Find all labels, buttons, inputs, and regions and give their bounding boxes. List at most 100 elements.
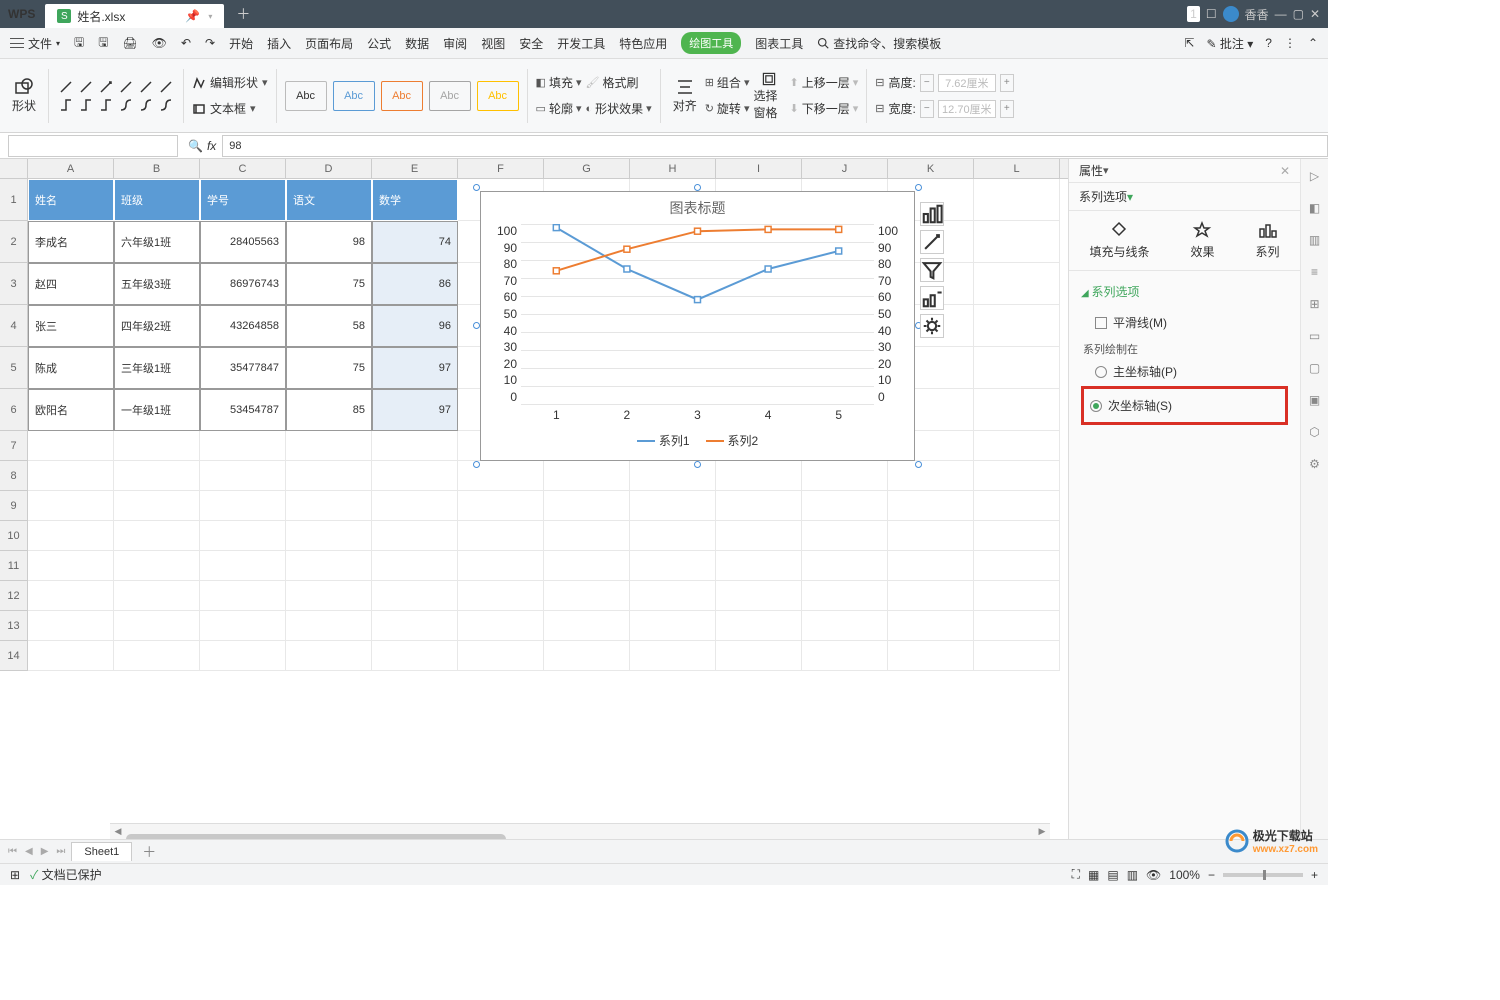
empty-cell[interactable] <box>372 491 458 521</box>
table-cell[interactable]: 97 <box>372 389 458 431</box>
close-button[interactable]: ✕ <box>1310 7 1320 21</box>
shape-dropdown[interactable]: 形状 <box>8 71 40 121</box>
share-icon[interactable]: ⇱ <box>1184 36 1194 50</box>
height-control[interactable]: ⊟ 高度:−+ <box>875 73 1014 93</box>
panel-close-button[interactable]: ✕ <box>1280 164 1290 178</box>
empty-cell[interactable] <box>888 581 974 611</box>
empty-cell[interactable] <box>974 389 1060 431</box>
menu-start[interactable]: 开始 <box>229 35 253 52</box>
empty-cell[interactable] <box>888 461 974 491</box>
table-header[interactable]: 数学 <box>372 179 458 221</box>
empty-cell[interactable] <box>458 581 544 611</box>
menu-review[interactable]: 审阅 <box>443 35 467 52</box>
empty-cell[interactable] <box>200 461 286 491</box>
table-cell[interactable]: 六年级1班 <box>114 221 200 263</box>
select-all-corner[interactable] <box>0 159 28 178</box>
empty-cell[interactable] <box>974 611 1060 641</box>
zoom-slider[interactable] <box>1223 873 1303 877</box>
align-button[interactable]: 对齐 <box>669 71 701 121</box>
empty-cell[interactable] <box>28 581 114 611</box>
table-cell[interactable]: 三年级1班 <box>114 347 200 389</box>
new-tab-button[interactable]: ＋ <box>236 4 250 24</box>
status-icon[interactable]: ⊞ <box>10 868 20 882</box>
table-cell[interactable]: 74 <box>372 221 458 263</box>
empty-cell[interactable] <box>974 491 1060 521</box>
empty-cell[interactable] <box>888 491 974 521</box>
empty-cell[interactable] <box>200 521 286 551</box>
section-series-options[interactable]: 系列选项 <box>1081 283 1288 300</box>
sheet-tab[interactable]: Sheet1 <box>71 842 132 861</box>
col-header[interactable]: G <box>544 159 630 178</box>
zoom-out-button[interactable]: − <box>1208 868 1215 882</box>
empty-cell[interactable] <box>286 641 372 671</box>
chart-settings-button[interactable] <box>920 314 944 338</box>
empty-cell[interactable] <box>544 521 630 551</box>
empty-cell[interactable] <box>372 521 458 551</box>
empty-cell[interactable] <box>716 611 802 641</box>
col-header[interactable]: E <box>372 159 458 178</box>
table-cell[interactable]: 欧阳名 <box>28 389 114 431</box>
avatar[interactable] <box>1223 6 1239 22</box>
empty-cell[interactable] <box>28 641 114 671</box>
empty-cell[interactable] <box>114 641 200 671</box>
empty-cell[interactable] <box>716 491 802 521</box>
col-header[interactable]: J <box>802 159 888 178</box>
maximize-button[interactable]: ▢ <box>1293 7 1304 21</box>
table-cell[interactable]: 35477847 <box>200 347 286 389</box>
chart-filter-button[interactable] <box>920 258 944 282</box>
empty-cell[interactable] <box>544 491 630 521</box>
collapse-ribbon[interactable]: ⌃ <box>1308 36 1318 50</box>
empty-cell[interactable] <box>802 521 888 551</box>
empty-cell[interactable] <box>114 431 200 461</box>
empty-cell[interactable] <box>630 611 716 641</box>
empty-cell[interactable] <box>200 551 286 581</box>
empty-cell[interactable] <box>630 641 716 671</box>
file-menu[interactable]: 文件▾ <box>10 35 60 52</box>
col-header[interactable]: I <box>716 159 802 178</box>
add-sheet-button[interactable]: ＋ <box>136 842 162 862</box>
empty-cell[interactable] <box>716 551 802 581</box>
tab-pin-icon[interactable]: 📌 <box>185 9 200 23</box>
style-abc-4[interactable]: Abc <box>429 81 471 111</box>
table-cell[interactable]: 86976743 <box>200 263 286 305</box>
scroll-right-button[interactable]: ▶ <box>1034 825 1050 839</box>
empty-cell[interactable] <box>974 551 1060 581</box>
book-icon[interactable]: ▭ <box>1306 327 1324 345</box>
comment-toggle[interactable]: ✎ 批注 ▾ <box>1206 35 1253 52</box>
empty-cell[interactable] <box>458 491 544 521</box>
empty-cell[interactable] <box>974 347 1060 389</box>
table-cell[interactable]: 98 <box>286 221 372 263</box>
menu-security[interactable]: 安全 <box>519 35 543 52</box>
table-cell[interactable]: 五年级3班 <box>114 263 200 305</box>
preview-icon[interactable]: 👁 <box>152 36 167 50</box>
subtab-series[interactable]: 系列 <box>1255 221 1279 260</box>
empty-cell[interactable] <box>372 581 458 611</box>
empty-cell[interactable] <box>544 551 630 581</box>
chart-styles-button[interactable] <box>920 230 944 254</box>
col-header[interactable]: F <box>458 159 544 178</box>
empty-cell[interactable] <box>114 581 200 611</box>
empty-cell[interactable] <box>114 461 200 491</box>
empty-cell[interactable] <box>28 611 114 641</box>
subtab-effect[interactable]: 效果 <box>1190 221 1214 260</box>
menu-view[interactable]: 视图 <box>481 35 505 52</box>
col-header[interactable]: A <box>28 159 114 178</box>
redo-icon[interactable]: ↷ <box>205 36 215 50</box>
empty-cell[interactable] <box>114 551 200 581</box>
empty-cell[interactable] <box>372 431 458 461</box>
empty-cell[interactable] <box>114 611 200 641</box>
empty-cell[interactable] <box>974 263 1060 305</box>
table-cell[interactable]: 四年级2班 <box>114 305 200 347</box>
read-mode-icon[interactable]: 👁 <box>1146 868 1161 882</box>
empty-cell[interactable] <box>974 305 1060 347</box>
group-button[interactable]: ⊞ 组合 ▾ <box>705 73 750 93</box>
image-icon[interactable]: ▣ <box>1306 391 1324 409</box>
menu-data[interactable]: 数据 <box>405 35 429 52</box>
formula-input[interactable] <box>222 135 1328 157</box>
chart-elements-button[interactable] <box>920 202 944 226</box>
col-header[interactable]: B <box>114 159 200 178</box>
chart-title[interactable]: 图表标题 <box>481 192 914 224</box>
empty-cell[interactable] <box>974 461 1060 491</box>
print-icon[interactable]: 🖨 <box>123 36 138 50</box>
empty-cell[interactable] <box>286 581 372 611</box>
